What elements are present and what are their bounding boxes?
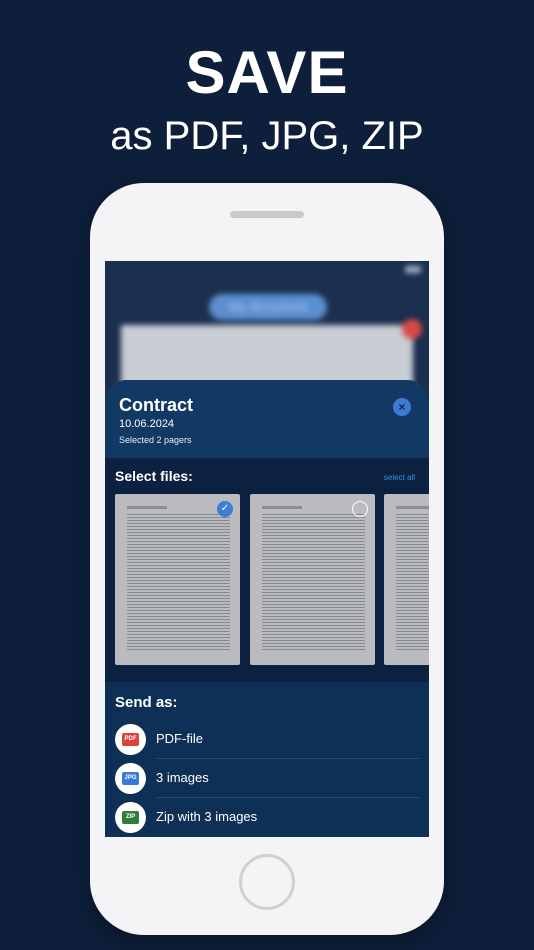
page-text-lines [396,514,429,651]
document-pill: My document [209,294,327,320]
sheet-header: Contract 10.06.2024 Selected 2 pagers × [105,380,429,458]
send-option-label: Zip with 3 images [156,809,258,824]
page-thumbnail[interactable] [250,494,375,665]
checkmark-icon[interactable]: ✓ [217,501,233,517]
send-option-jpg[interactable]: JPG 3 images [115,759,419,798]
headline: SAVE [185,39,349,106]
send-as-title: Send as: [115,694,178,711]
page-heading-line [262,506,302,509]
page-thumbnail[interactable] [384,494,429,665]
zip-file-icon: ZIP [115,802,146,833]
selection-summary: Selected 2 pagers [119,435,192,445]
page-text-lines [262,514,365,651]
page-heading-line [127,506,167,509]
select-files-section: Select files: select all ✓ [105,458,429,682]
phone-screen: My document Contract 10.06.2024 Selected… [105,261,429,837]
page-thumbnail[interactable]: ✓ [115,494,240,665]
notification-badge [402,319,422,339]
select-files-title: Select files: [115,468,193,484]
close-icon[interactable]: × [393,398,411,416]
pdf-file-icon: PDF [115,724,146,755]
pdf-badge: PDF [122,733,139,746]
share-sheet: Contract 10.06.2024 Selected 2 pagers × … [105,380,429,837]
document-date: 10.06.2024 [119,418,175,430]
jpg-file-icon: JPG [115,763,146,794]
promo-stage: SAVE as PDF, JPG, ZIP My document Contra… [0,0,534,950]
status-bar [105,261,429,279]
send-option-label: PDF-file [156,731,203,746]
subheadline: as PDF, JPG, ZIP [110,114,424,158]
battery-icon [405,266,421,273]
jpg-badge: JPG [122,772,139,785]
zip-badge: ZIP [122,811,139,824]
home-button[interactable] [239,854,295,910]
select-all-link[interactable]: select all [384,473,415,482]
page-text-lines [127,514,230,651]
send-option-label: 3 images [156,770,209,785]
send-option-pdf[interactable]: PDF PDF-file [115,720,419,759]
unchecked-circle-icon[interactable] [352,501,368,517]
send-option-zip[interactable]: ZIP Zip with 3 images [115,798,419,837]
send-as-section: Send as: PDF PDF-file JPG 3 images ZIP Z… [105,682,429,837]
document-title: Contract [119,395,194,415]
page-heading-line [396,506,429,509]
phone-speaker [230,211,304,218]
